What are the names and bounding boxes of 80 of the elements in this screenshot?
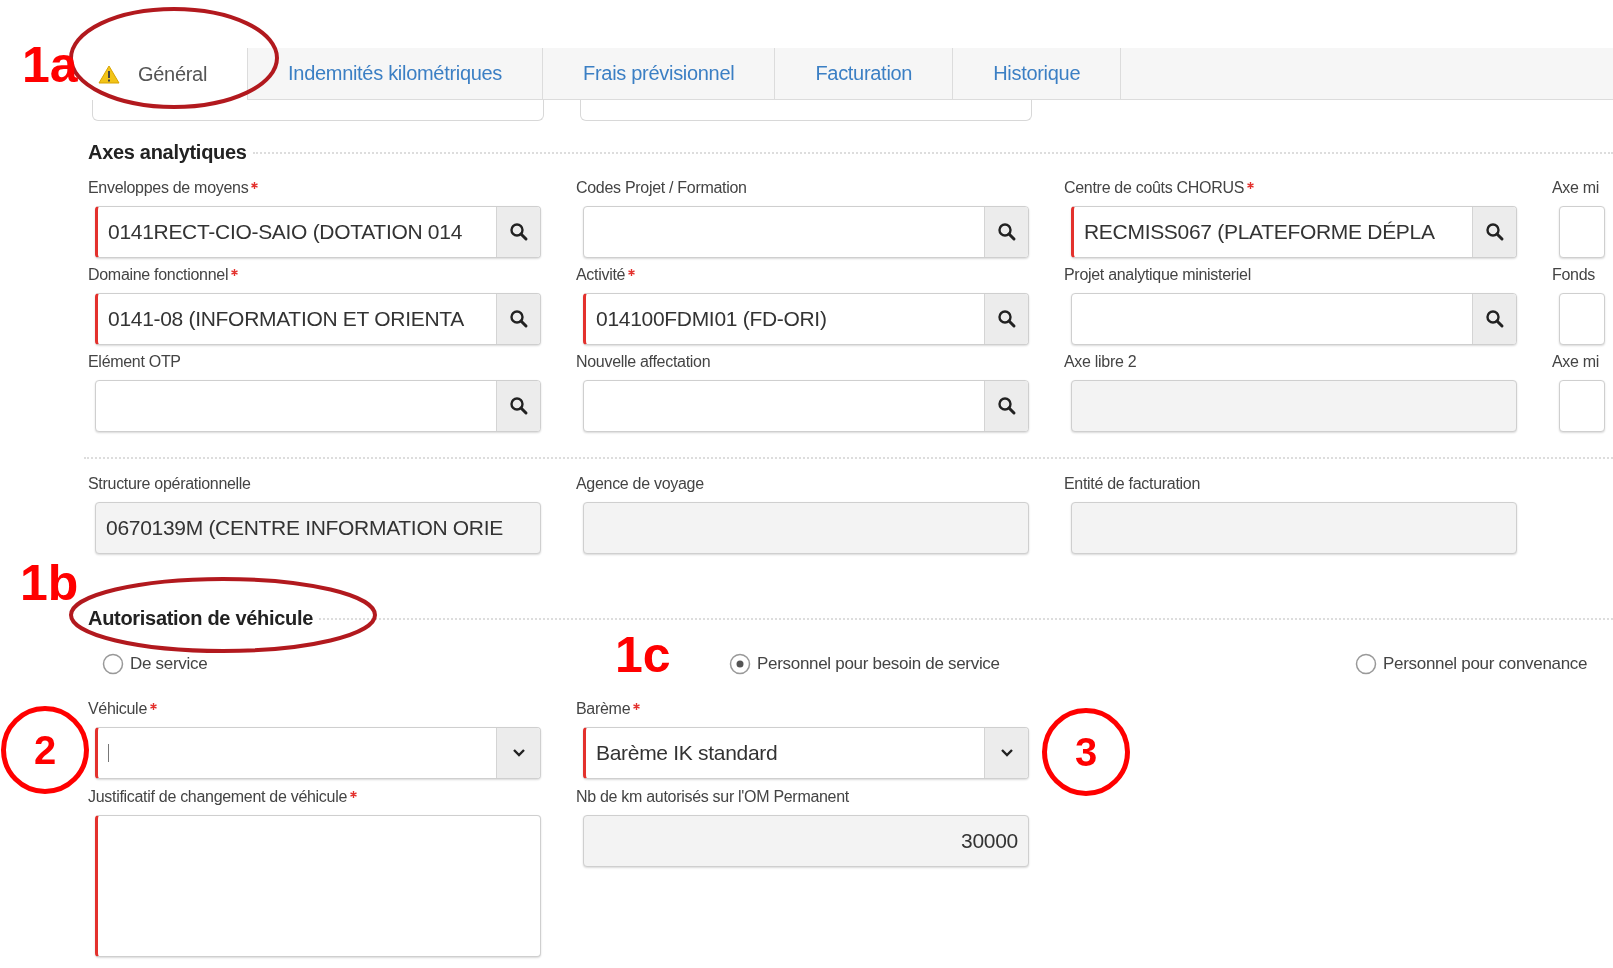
search-icon [508,309,529,329]
tab[interactable]: Frais prévisionnel [542,48,775,100]
field-label: Elément OTP [88,353,181,371]
select-field[interactable] [95,727,541,779]
search-button[interactable] [1472,207,1516,257]
search-button[interactable] [496,207,540,257]
field-value: Barème IK standard [596,741,778,765]
field-value: 30000 [961,829,1018,853]
field-label: Nouvelle affectation [576,353,711,371]
field-label: Structure opérationnelle [88,475,251,493]
field-label: Justificatif de changement de véhicule [88,788,347,806]
field-value: 0141-08 (INFORMATION ET ORIENTA [108,307,464,331]
chevron-down-icon [511,748,526,758]
field-label: Axe mi [1552,179,1600,197]
search-button[interactable] [1472,294,1516,344]
chevron-down-icon [999,748,1014,758]
annotation-number: 3 [1042,708,1130,796]
field-value: 0141RECT-CIO-SAIO (DOTATION 014 [108,220,462,244]
lookup-field[interactable] [583,380,1029,432]
field-label: Axe libre 2 [1064,353,1137,371]
text-area[interactable] [95,815,541,957]
required-asterisk-icon [633,703,641,710]
tab[interactable]: Facturation [774,48,953,100]
lookup-field[interactable]: 0141RECT-CIO-SAIO (DOTATION 014 [95,206,541,258]
search-button[interactable] [984,294,1028,344]
search-button[interactable] [496,294,540,344]
required-asterisk-icon [231,269,239,276]
field-label: Projet analytique ministeriel [1064,266,1251,284]
field-label: Véhicule [88,700,147,718]
required-asterisk-icon [1247,182,1255,189]
field-value: RECMISS067 (PLATEFORME DÉPLA [1084,220,1435,244]
field-label: Entité de facturation [1064,475,1200,493]
search-icon [1484,309,1505,329]
input-field[interactable] [1559,380,1605,432]
required-asterisk-icon [150,703,157,710]
field-label: Activité [576,266,626,284]
warning-icon [98,64,120,84]
search-icon [1484,222,1505,242]
search-icon [508,396,529,416]
radio-option[interactable]: Personnel pour convenance [1355,653,1613,675]
search-icon [996,222,1017,242]
dropdown-button[interactable] [984,728,1028,778]
field-label: Agence de voyage [576,475,704,493]
field-label: Domaine fonctionnel [88,266,229,284]
lookup-field[interactable]: 014100FDMI01 (FD-ORI) [583,293,1029,345]
field-label: Barème [576,700,631,718]
annotation-label: 1c [615,630,671,680]
annotation-label: 1b [20,558,79,608]
search-button[interactable] [984,207,1028,257]
input-field[interactable] [1559,206,1605,258]
select-field[interactable]: Barème IK standard [583,727,1029,779]
annotation-number: 2 [1,706,89,794]
lookup-field[interactable]: 0141-08 (INFORMATION ET ORIENTA [95,293,541,345]
field-label: Axe mi [1552,353,1600,371]
lookup-field[interactable] [95,380,541,432]
field-label: Fonds [1552,266,1595,284]
field-value: 0670139M (CENTRE INFORMATION ORIE [106,516,503,540]
field-value: 014100FDMI01 (FD-ORI) [596,307,827,331]
required-asterisk-icon [350,791,357,798]
field-label: Centre de coûts CHORUS [1064,179,1245,197]
lookup-field[interactable]: RECMISS067 (PLATEFORME DÉPLA [1071,206,1517,258]
radio-option[interactable]: Personnel pour besoin de service [729,653,1355,675]
tab[interactable]: Indemnités kilométriques [247,48,543,100]
field-label: Enveloppes de moyens [88,179,249,197]
section-title: Axes analytiques [88,141,247,164]
dropdown-button[interactable] [496,728,540,778]
lookup-field[interactable] [583,206,1029,258]
search-button[interactable] [984,381,1028,431]
search-icon [996,309,1017,329]
field-label: Nb de km autorisés sur l'OM Permanent [576,788,849,806]
search-icon [508,222,529,242]
input-field[interactable] [1559,293,1605,345]
section-title: Autorisation de véhicule [88,607,314,630]
field-label: Codes Projet / Formation [576,179,747,197]
required-asterisk-icon [628,269,636,276]
tab[interactable]: Historique [952,48,1121,100]
lookup-field[interactable] [1071,293,1517,345]
search-icon [996,396,1017,416]
search-button[interactable] [496,381,540,431]
required-asterisk-icon [251,182,259,189]
